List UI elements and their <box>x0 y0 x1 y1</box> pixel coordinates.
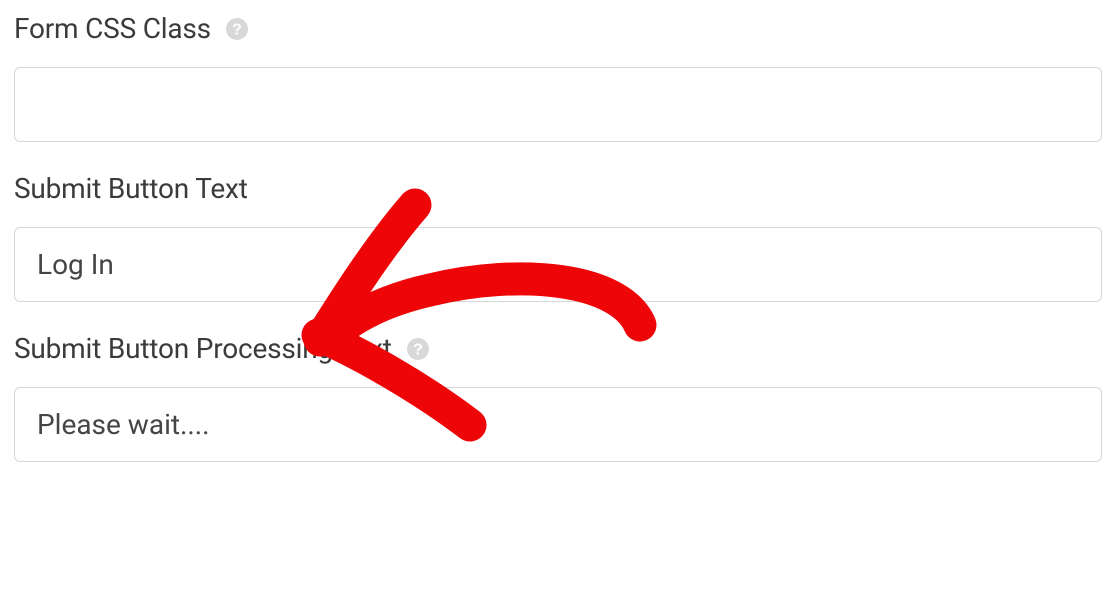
field-submit-button-processing-text: Submit Button Processing Text ? <box>14 332 1102 462</box>
field-form-css-class: Form CSS Class ? <box>14 12 1102 142</box>
form-css-class-input[interactable] <box>14 67 1102 142</box>
submit-button-text-label: Submit Button Text <box>14 172 248 205</box>
submit-button-text-input[interactable] <box>14 227 1102 302</box>
form-css-class-label: Form CSS Class <box>14 12 211 45</box>
submit-button-processing-text-label: Submit Button Processing Text <box>14 332 392 365</box>
submit-button-processing-text-input[interactable] <box>14 387 1102 462</box>
field-label-row: Submit Button Text <box>14 172 1102 205</box>
svg-text:?: ? <box>232 21 242 38</box>
field-submit-button-text: Submit Button Text <box>14 172 1102 302</box>
help-icon[interactable]: ? <box>406 337 430 361</box>
field-label-row: Form CSS Class ? <box>14 12 1102 45</box>
field-label-row: Submit Button Processing Text ? <box>14 332 1102 365</box>
help-icon[interactable]: ? <box>225 17 249 41</box>
svg-text:?: ? <box>413 341 423 358</box>
